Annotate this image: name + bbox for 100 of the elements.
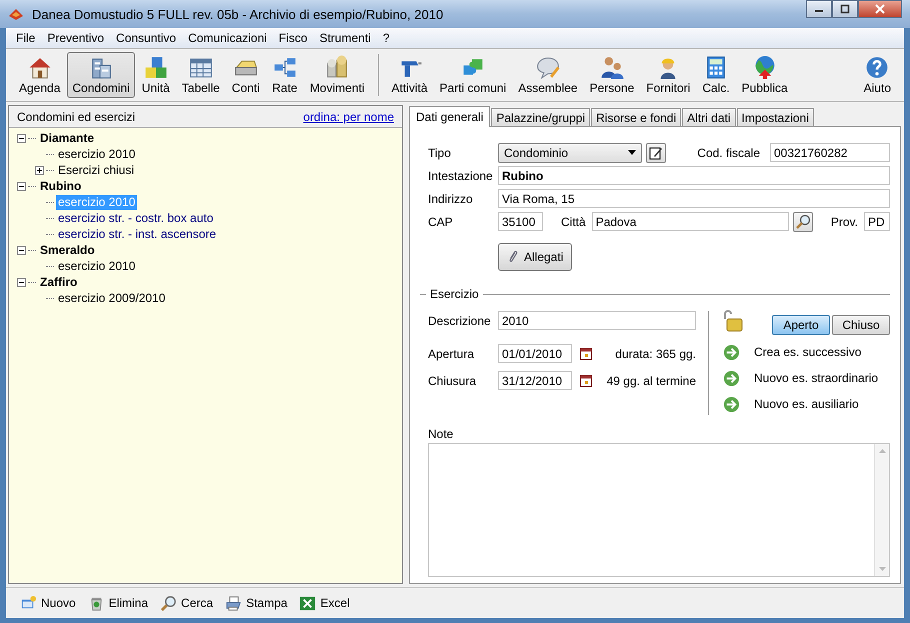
date-field[interactable]: 31/12/2010 xyxy=(498,371,572,390)
tree-node[interactable]: Rubino xyxy=(38,178,84,194)
tree-node[interactable]: Smeraldo xyxy=(38,242,97,258)
field-label: Chiusura xyxy=(428,374,478,388)
toolbar-button[interactable]: Calc. xyxy=(697,52,735,98)
action-link[interactable]: Nuovo es. ausiliario xyxy=(754,397,859,411)
field-label: CAP xyxy=(428,214,454,228)
postal-code-field[interactable]: 35100 xyxy=(498,212,543,231)
tree-item[interactable]: esercizio 2010 xyxy=(56,146,138,162)
menu-item[interactable]: Consuntivo xyxy=(110,31,182,45)
field-label: Tipo xyxy=(428,146,452,160)
type-dropdown[interactable]: Condominio xyxy=(498,142,642,162)
toolbar-button[interactable]: Tabelle xyxy=(176,52,225,98)
tree-item[interactable]: Esercizi chiusi xyxy=(56,162,136,178)
bottom-toolbar-button[interactable]: Elimina xyxy=(86,594,150,612)
toolbar-button[interactable]: Persone xyxy=(584,52,640,98)
toolbar-button[interactable]: Conti xyxy=(226,52,265,98)
maximize-icon xyxy=(840,4,850,14)
field-label: Indirizzo xyxy=(428,192,474,206)
tree-node[interactable]: Zaffiro xyxy=(38,274,80,290)
state-toggle-button[interactable]: Chiuso xyxy=(832,315,890,335)
tree-node[interactable]: Diamante xyxy=(38,130,96,146)
expand-toggle[interactable] xyxy=(17,278,26,286)
bottom-toolbar-button[interactable]: Cerca xyxy=(158,594,216,612)
action-link[interactable]: Nuovo es. straordinario xyxy=(754,371,878,385)
arrow-circle-icon[interactable] xyxy=(723,396,740,412)
tab[interactable]: Altri dati xyxy=(682,108,736,126)
tab[interactable]: Dati generali xyxy=(409,106,490,127)
expand-toggle[interactable] xyxy=(17,182,26,190)
toolbar-button[interactable]: Unità xyxy=(136,52,175,98)
diagram-icon xyxy=(272,55,298,80)
toolbar-button[interactable]: Rate xyxy=(266,52,303,98)
search-icon xyxy=(160,594,178,612)
address-field[interactable]: Via Roma, 15 xyxy=(498,189,890,208)
field-label: Città xyxy=(560,214,587,228)
printer-icon xyxy=(225,594,242,612)
toolbar-button[interactable]: Assemblee xyxy=(513,52,583,98)
sort-link[interactable]: ordina: per nome xyxy=(303,110,394,124)
dropdown-arrow-icon xyxy=(628,150,636,155)
section-title: Esercizio xyxy=(430,287,479,301)
edit-button[interactable] xyxy=(646,142,666,162)
state-toggle-button[interactable]: Aperto xyxy=(772,315,830,335)
menu-item[interactable]: Preventivo xyxy=(41,31,110,45)
arrow-circle-icon[interactable] xyxy=(723,370,740,386)
field-label: Descrizione xyxy=(428,314,492,328)
menu-item[interactable]: Comunicazioni xyxy=(182,31,273,45)
tree-item[interactable]: esercizio 2010 xyxy=(56,258,138,274)
tree-item[interactable]: esercizio str. - inst. ascensore xyxy=(56,226,218,242)
description-field[interactable]: 2010 xyxy=(498,311,696,330)
bottom-toolbar-button[interactable]: Excel xyxy=(297,594,352,612)
toolbar-button[interactable]: Movimenti xyxy=(304,52,370,98)
field-label: Prov. xyxy=(830,214,859,228)
menu-item[interactable]: File xyxy=(10,31,42,45)
expand-toggle[interactable] xyxy=(17,246,26,254)
field-label: Intestazione xyxy=(428,168,494,182)
tab[interactable]: Risorse e fondi xyxy=(591,108,682,126)
calendar-icon[interactable] xyxy=(580,374,592,386)
attachments-button[interactable]: Allegati xyxy=(498,243,572,271)
expand-toggle[interactable] xyxy=(35,166,44,174)
tab[interactable]: Impostazioni xyxy=(736,108,814,126)
action-link[interactable]: Crea es. successivo xyxy=(754,345,862,359)
arrow-circle-icon[interactable] xyxy=(723,344,740,360)
close-button[interactable] xyxy=(858,0,902,18)
search-icon xyxy=(794,214,811,230)
province-field[interactable]: PD xyxy=(864,212,890,231)
menu-item[interactable]: Fisco xyxy=(272,31,314,45)
tree-item[interactable]: esercizio 2009/2010 xyxy=(56,290,168,306)
toolbar-button[interactable]: Agenda xyxy=(14,52,66,98)
toolbar-button[interactable]: Attività xyxy=(386,52,433,98)
edit-icon xyxy=(649,146,663,160)
toolbar-button[interactable]: Condomini xyxy=(67,52,135,98)
duration-text: durata: 365 gg. xyxy=(615,346,696,360)
spreadsheet-icon xyxy=(299,594,316,612)
help-icon xyxy=(864,55,890,80)
toolbar-button[interactable]: Pubblica xyxy=(736,52,793,98)
people-icon xyxy=(598,55,625,80)
remaining-days-text: 49 gg. al termine xyxy=(606,374,696,388)
tab[interactable]: Palazzine/gruppi xyxy=(491,108,590,126)
date-field[interactable]: 01/01/2010 xyxy=(498,344,572,363)
menu-item[interactable]: ? xyxy=(376,31,396,45)
bottom-toolbar-button[interactable]: Stampa xyxy=(223,594,290,612)
calendar-icon[interactable] xyxy=(580,348,592,360)
bottom-toolbar-button[interactable]: Nuovo xyxy=(18,594,78,612)
maximize-button[interactable] xyxy=(832,0,858,18)
toolbar-button[interactable]: Fornitori xyxy=(641,52,696,98)
name-field[interactable]: Rubino xyxy=(498,166,890,185)
city-field[interactable]: Padova xyxy=(592,212,789,231)
toolbar-button[interactable]: Parti comuni xyxy=(434,52,512,98)
notes-field[interactable] xyxy=(428,443,890,577)
minimize-button[interactable] xyxy=(806,0,832,18)
expand-toggle[interactable] xyxy=(17,134,26,142)
help-button[interactable]: Aiuto xyxy=(858,52,896,98)
menu-item[interactable]: Strumenti xyxy=(313,31,377,45)
cubes-icon xyxy=(142,55,169,80)
close-icon xyxy=(875,4,885,14)
tax-code-field[interactable]: 00321760282 xyxy=(770,143,890,162)
tree-item[interactable]: esercizio str. - costr. box auto xyxy=(56,210,216,226)
field-label: Note xyxy=(428,427,454,441)
search-button[interactable] xyxy=(792,212,813,232)
app-logo-icon xyxy=(8,6,24,22)
